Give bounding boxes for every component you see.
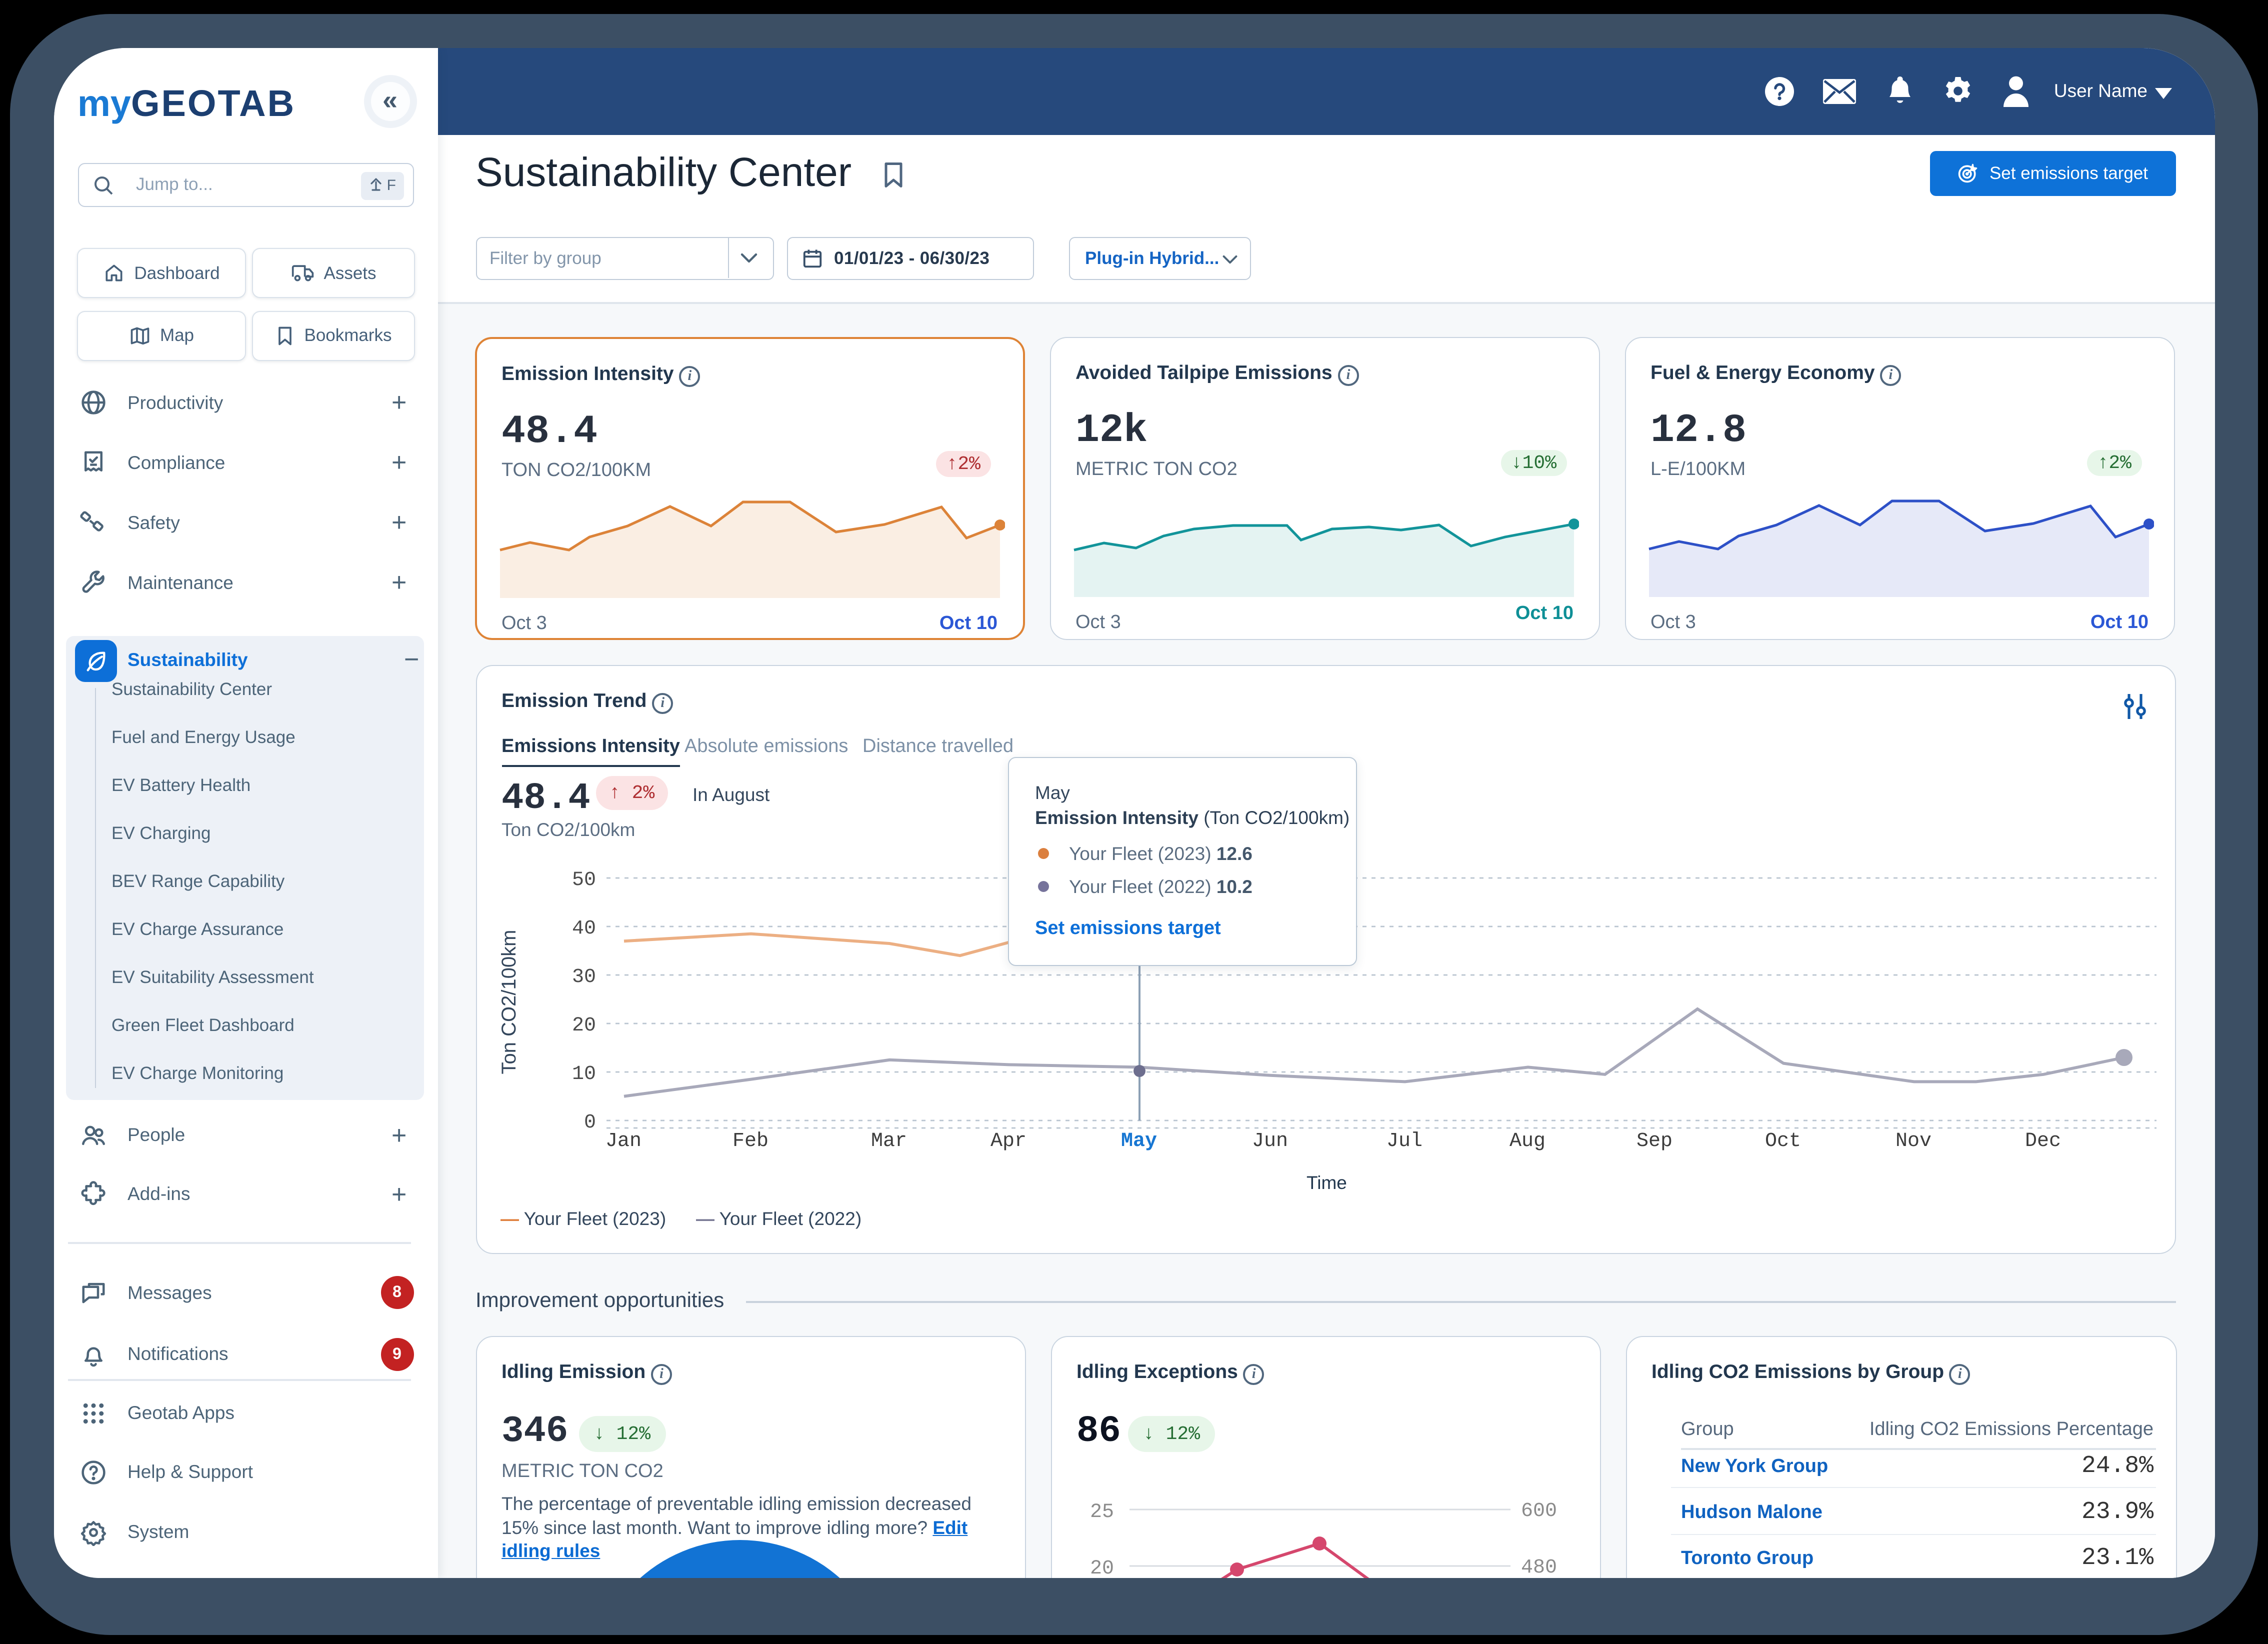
svg-text:600: 600 — [1520, 1500, 1556, 1522]
svg-text:480: 480 — [1520, 1556, 1556, 1578]
svg-text:25: 25 — [1090, 1501, 1114, 1524]
svg-text:10: 10 — [572, 1063, 596, 1086]
svg-text:30: 30 — [572, 966, 596, 988]
svg-text:50: 50 — [572, 869, 596, 892]
svg-text:40: 40 — [572, 918, 596, 940]
svg-text:0: 0 — [584, 1112, 596, 1134]
svg-text:20: 20 — [1090, 1558, 1114, 1578]
svg-text:20: 20 — [572, 1014, 596, 1037]
